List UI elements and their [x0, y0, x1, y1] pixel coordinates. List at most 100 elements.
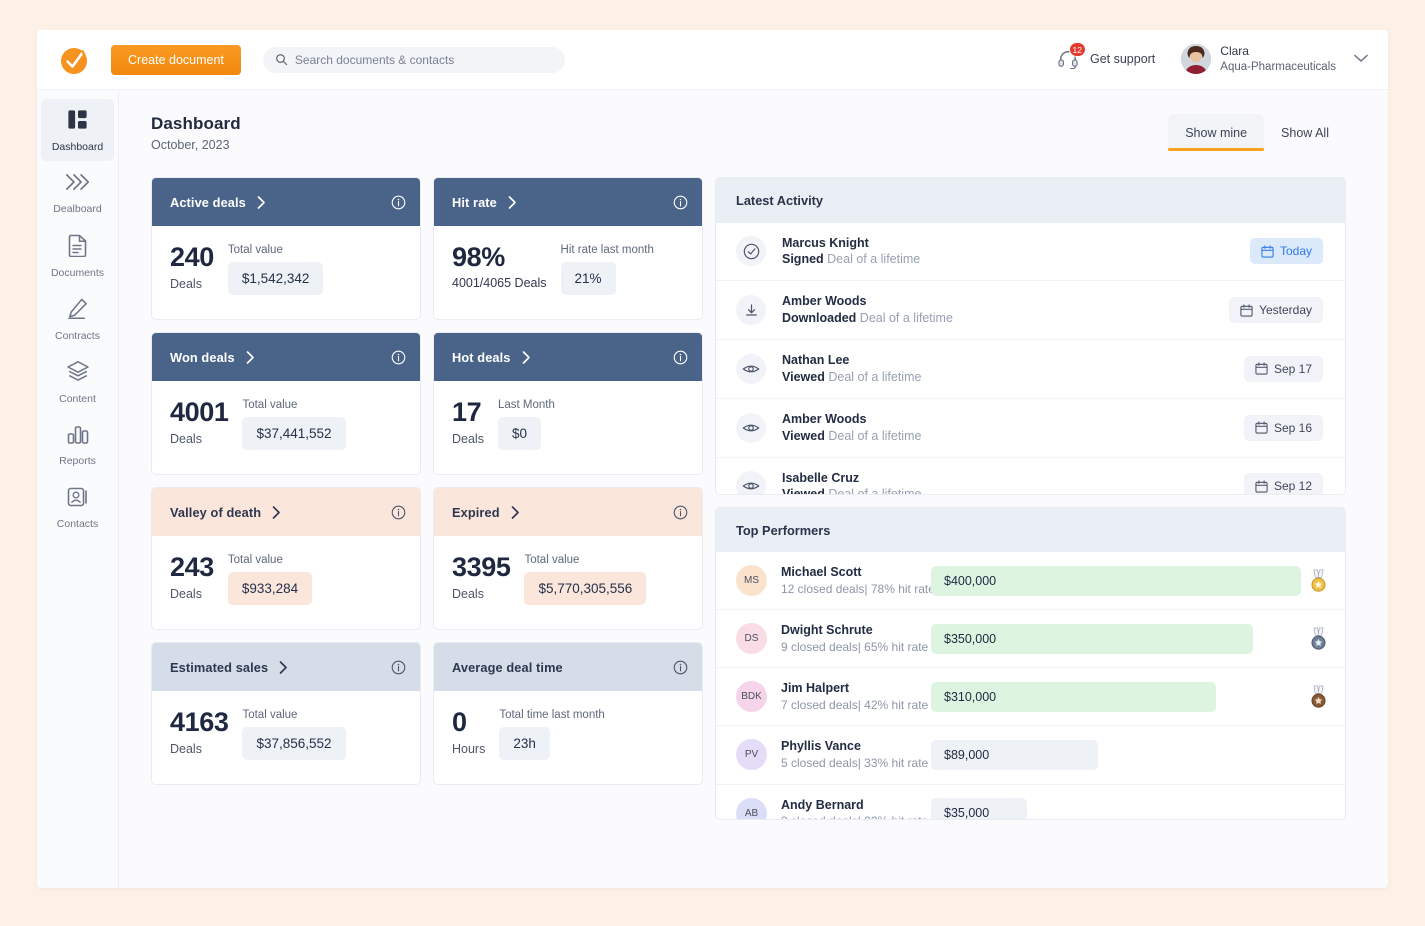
chevron-right-icon[interactable]	[272, 505, 281, 519]
activity-date-chip[interactable]: Sep 16	[1243, 414, 1323, 441]
activity-row[interactable]: Isabelle Cruz Viewed Deal of a lifetime …	[716, 458, 1345, 494]
info-icon[interactable]	[391, 660, 406, 675]
user-name: Clara	[1220, 44, 1249, 59]
user-menu[interactable]: Clara Aqua-Pharmaceuticals	[1181, 44, 1368, 75]
search-box[interactable]	[262, 46, 565, 73]
activity-text: Amber Woods Viewed Deal of a lifetime	[782, 411, 921, 445]
chevron-down-icon[interactable]	[1354, 50, 1368, 68]
card-side-label: Total value	[524, 554, 580, 566]
info-icon[interactable]	[673, 195, 688, 210]
create-document-button[interactable]: Create document	[111, 44, 241, 75]
sidebar-label-content: Content	[59, 392, 96, 405]
activity-action: Downloaded	[782, 311, 857, 326]
sidebar-item-dashboard[interactable]: Dashboard	[41, 99, 114, 161]
activity-object: Deal of a lifetime	[827, 252, 921, 267]
chevron-right-icon[interactable]	[511, 505, 520, 519]
support-notification-badge: 12	[1068, 42, 1086, 58]
performer-amount-bar: $400,000	[931, 565, 1301, 596]
card-metric-unit: Deals	[170, 587, 202, 601]
get-support-button[interactable]: 12 Get support	[1053, 42, 1156, 74]
activity-date-chip[interactable]: Sep 12	[1243, 473, 1323, 494]
info-icon[interactable]	[673, 505, 688, 520]
card-side-value: $1,542,342	[227, 262, 324, 295]
activity-row[interactable]: Amber Woods Viewed Deal of a lifetime Se…	[716, 399, 1345, 458]
performer-row[interactable]: MS Michael Scott 12 closed deals| 78% hi…	[716, 552, 1345, 611]
card-hit-rate[interactable]: Hit rate 98% 4001/4065 Deals Hit rate la…	[433, 177, 703, 320]
chevron-right-icon[interactable]	[246, 350, 255, 364]
sidebar-item-content[interactable]: Content	[41, 351, 114, 413]
card-average-deal-time[interactable]: Average deal time 0 Hours Total time las…	[433, 642, 703, 785]
performer-stats: 12 closed deals| 78% hit rate	[781, 582, 935, 597]
kpi-cards: Active deals 240 Deals Total value $1,54…	[151, 177, 703, 820]
tab-show-all[interactable]: Show All	[1264, 114, 1346, 151]
info-icon[interactable]	[391, 350, 406, 365]
card-metric-value: 17	[452, 397, 482, 427]
card-title: Won deals	[170, 349, 235, 365]
chevron-right-icon[interactable]	[279, 660, 288, 674]
chevron-right-icon[interactable]	[522, 350, 531, 364]
performer-text: Michael Scott 12 closed deals| 78% hit r…	[781, 564, 935, 597]
card-side-label: Last Month	[497, 399, 555, 411]
info-icon[interactable]	[673, 660, 688, 675]
activity-date-chip[interactable]: Yesterday	[1229, 297, 1323, 324]
user-meta: Clara Aqua-Pharmaceuticals	[1220, 44, 1336, 74]
sidebar-item-documents[interactable]: Documents	[41, 225, 114, 287]
get-support-label: Get support	[1089, 52, 1156, 67]
card-estimated-sales[interactable]: Estimated sales 4163 Deals Total value $…	[151, 642, 421, 785]
activity-object: Deal of a lifetime	[828, 487, 921, 494]
card-valley-of-death[interactable]: Valley of death 243 Deals Total value $9…	[151, 487, 421, 630]
activity-date: Yesterday	[1259, 303, 1312, 318]
sidebar-item-reports[interactable]: Reports	[41, 414, 114, 476]
card-metric-unit: Deals	[170, 742, 202, 756]
app-logo-icon[interactable]	[58, 43, 92, 77]
performer-bar-area: $35,000	[931, 798, 1301, 819]
activity-description: Viewed Deal of a lifetime	[782, 369, 921, 386]
performer-amount-bar: $310,000	[931, 681, 1216, 712]
activity-row[interactable]: Nathan Lee Viewed Deal of a lifetime Sep…	[716, 340, 1345, 399]
performer-text: Phyllis Vance 5 closed deals| 33% hit ra…	[781, 738, 931, 771]
card-body: 3395 Deals Total value $5,770,305,556	[434, 536, 702, 629]
performer-row[interactable]: BDK Jim Halpert 7 closed deals| 42% hit …	[716, 668, 1345, 727]
performer-row[interactable]: PV Phyllis Vance 5 closed deals| 33% hit…	[716, 726, 1345, 785]
card-body: 17 Deals Last Month $0	[434, 381, 702, 474]
info-icon[interactable]	[391, 195, 406, 210]
card-won-deals[interactable]: Won deals 4001 Deals Total value $37,441…	[151, 332, 421, 475]
top-performers-title: Top Performers	[716, 508, 1345, 553]
top-bar-right: 12 Get support Clara Aqua-Pharmaceutical…	[1053, 42, 1368, 75]
chevron-right-icon[interactable]	[257, 195, 266, 209]
card-metric: 243 Deals	[170, 554, 214, 601]
performer-bar-area: $350,000	[931, 623, 1301, 654]
chevron-right-icon[interactable]	[508, 195, 517, 209]
pen-icon	[66, 297, 89, 325]
card-hot-deals[interactable]: Hot deals 17 Deals Last Month $0	[433, 332, 703, 475]
performer-row[interactable]: DS Dwight Schrute 9 closed deals| 65% hi…	[716, 610, 1345, 669]
performer-row[interactable]: AB Andy Bernard 3 closed deals| 22% hit …	[716, 785, 1345, 819]
performer-avatar: DS	[736, 623, 767, 655]
info-icon[interactable]	[391, 505, 406, 520]
performer-avatar: BDK	[736, 681, 767, 713]
card-metric-value: 4163	[170, 707, 229, 737]
card-side-stat: Total value $37,441,552	[242, 399, 402, 450]
activity-row[interactable]: Marcus Knight Signed Deal of a lifetime …	[716, 223, 1345, 282]
sidebar-item-contacts[interactable]: Contacts	[41, 477, 114, 539]
card-expired[interactable]: Expired 3395 Deals Total value $5,770,30…	[433, 487, 703, 630]
top-performers-list[interactable]: MS Michael Scott 12 closed deals| 78% hi…	[716, 552, 1345, 819]
search-input[interactable]	[294, 52, 553, 67]
performer-stats: 3 closed deals| 22% hit rate	[781, 813, 931, 819]
activity-date-chip[interactable]: Sep 17	[1243, 355, 1323, 382]
sidebar-item-contracts[interactable]: Contracts	[41, 288, 114, 350]
activity-row[interactable]: Amber Woods Downloaded Deal of a lifetim…	[716, 281, 1345, 341]
activity-user: Isabelle Cruz	[782, 470, 860, 485]
latest-activity-list[interactable]: Marcus Knight Signed Deal of a lifetime …	[716, 223, 1345, 494]
card-active-deals[interactable]: Active deals 240 Deals Total value $1,54…	[151, 177, 421, 320]
card-header: Active deals	[152, 178, 420, 226]
tab-show-mine[interactable]: Show mine	[1168, 114, 1265, 151]
activity-date-chip[interactable]: Today	[1249, 238, 1323, 265]
dashboard-icon	[66, 108, 89, 136]
performer-avatar: MS	[736, 565, 767, 597]
info-icon[interactable]	[673, 350, 688, 365]
sidebar-item-dealboard[interactable]: Dealboard	[41, 162, 114, 224]
card-side-label: Hit rate last month	[560, 244, 654, 256]
search-icon	[275, 54, 288, 66]
gold-medal-icon	[1307, 569, 1329, 593]
